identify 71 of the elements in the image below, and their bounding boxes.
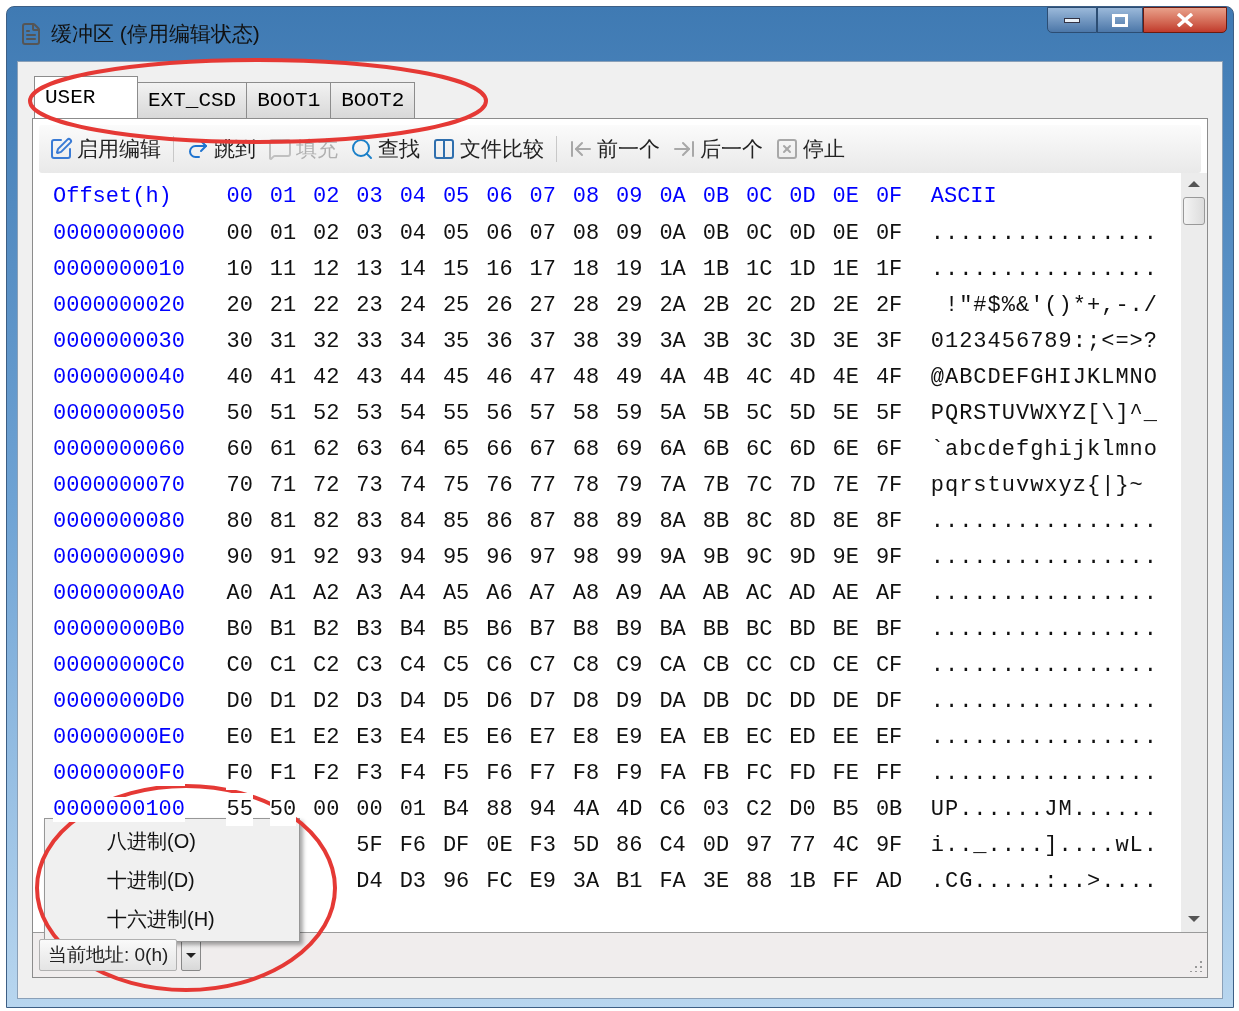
search-icon bbox=[350, 137, 374, 161]
minimize-icon bbox=[1064, 17, 1080, 23]
close-icon bbox=[1176, 13, 1194, 27]
column-header: 0F bbox=[875, 182, 903, 211]
ascii-text: ................ bbox=[930, 220, 1158, 246]
column-header: ASCII bbox=[930, 183, 997, 209]
toolbar-button[interactable]: 文件比较 bbox=[426, 132, 550, 166]
tab[interactable]: EXT_CSD bbox=[137, 82, 248, 118]
column-header: 00 bbox=[226, 182, 253, 211]
notepad-icon bbox=[19, 22, 43, 46]
ascii-text: `abcdefghijklmno bbox=[930, 436, 1158, 462]
column-header: 09 bbox=[616, 182, 643, 211]
maximize-button[interactable] bbox=[1097, 7, 1143, 33]
ascii-text: ................ bbox=[930, 760, 1158, 786]
ascii-text: 0123456789:;<=>? bbox=[930, 328, 1158, 354]
address-field[interactable]: 当前地址: 0(h) bbox=[39, 939, 178, 971]
toolbar-button[interactable]: 启用编辑 bbox=[43, 132, 167, 166]
close-button[interactable] bbox=[1143, 7, 1227, 33]
column-header: 0B bbox=[702, 182, 730, 211]
tab[interactable]: USER bbox=[34, 76, 138, 118]
toolbar-button[interactable]: 查找 bbox=[344, 132, 426, 166]
speech-bubble-icon bbox=[268, 137, 292, 161]
column-header: 03 bbox=[356, 182, 383, 211]
ascii-text: UP......JM...... bbox=[930, 796, 1158, 822]
window-title: 缓冲区 (停用编辑状态) bbox=[51, 21, 260, 48]
ascii-text: @ABCDEFGHIJKLMNO bbox=[930, 364, 1158, 390]
ascii-text: PQRSTUVWXYZ[\]^_ bbox=[930, 400, 1158, 426]
ascii-text: ................ bbox=[930, 724, 1158, 750]
column-header: 08 bbox=[572, 182, 600, 211]
column-header: 0D bbox=[789, 182, 816, 211]
column-header: 0C bbox=[746, 182, 773, 211]
ascii-text: ................ bbox=[930, 652, 1158, 678]
ascii-text: .CG.....:..>.... bbox=[930, 868, 1158, 894]
column-header: 05 bbox=[442, 182, 470, 211]
ascii-text: ................ bbox=[930, 616, 1158, 642]
hex-byte: 55 bbox=[226, 792, 253, 826]
square-x-icon bbox=[775, 137, 799, 161]
toolbar-button[interactable]: 前一个 bbox=[563, 132, 666, 166]
maximize-icon bbox=[1112, 13, 1128, 27]
tab[interactable]: BOOT1 bbox=[246, 82, 332, 118]
scrollbar[interactable] bbox=[1181, 173, 1207, 932]
row-offset: 0000000100 bbox=[53, 796, 186, 822]
column-header: 02 bbox=[313, 182, 340, 211]
ascii-text: pqrstuvwxyz{|}~ bbox=[930, 472, 1144, 498]
scroll-down-icon bbox=[1188, 916, 1200, 922]
ascii-text: i.._....]....wL. bbox=[930, 832, 1158, 858]
menu-item[interactable]: 十进制(D) bbox=[45, 860, 299, 900]
ascii-text: ................ bbox=[930, 508, 1158, 534]
column-header: Offset(h) bbox=[53, 183, 172, 209]
resize-grip-icon bbox=[1189, 959, 1203, 973]
pen-square-icon bbox=[49, 137, 73, 161]
ascii-text: ................ bbox=[930, 256, 1158, 282]
caret-icon bbox=[186, 952, 197, 958]
minimize-button[interactable] bbox=[1047, 7, 1097, 33]
ascii-text: !"#$%&'()*+,-./ bbox=[943, 292, 1158, 318]
scroll-up-icon bbox=[1188, 181, 1200, 187]
ascii-text: ................ bbox=[930, 580, 1158, 606]
tab[interactable]: BOOT2 bbox=[330, 82, 416, 118]
ascii-text: ................ bbox=[930, 544, 1158, 570]
scroll-thumb[interactable] bbox=[1183, 197, 1205, 225]
menu-item[interactable]: 十六进制(H) bbox=[45, 899, 299, 939]
column-header: 0A bbox=[659, 182, 686, 211]
ascii-text: ................ bbox=[930, 688, 1158, 714]
columns-icon bbox=[432, 137, 456, 161]
column-header: 06 bbox=[486, 182, 513, 211]
column-header: 04 bbox=[399, 182, 427, 211]
column-header: 01 bbox=[269, 182, 297, 211]
column-header: 07 bbox=[529, 182, 556, 211]
column-header: 0E bbox=[832, 182, 859, 211]
toolbar-button[interactable]: 后一个 bbox=[666, 132, 769, 166]
toolbar-button[interactable]: 停止 bbox=[769, 132, 851, 166]
